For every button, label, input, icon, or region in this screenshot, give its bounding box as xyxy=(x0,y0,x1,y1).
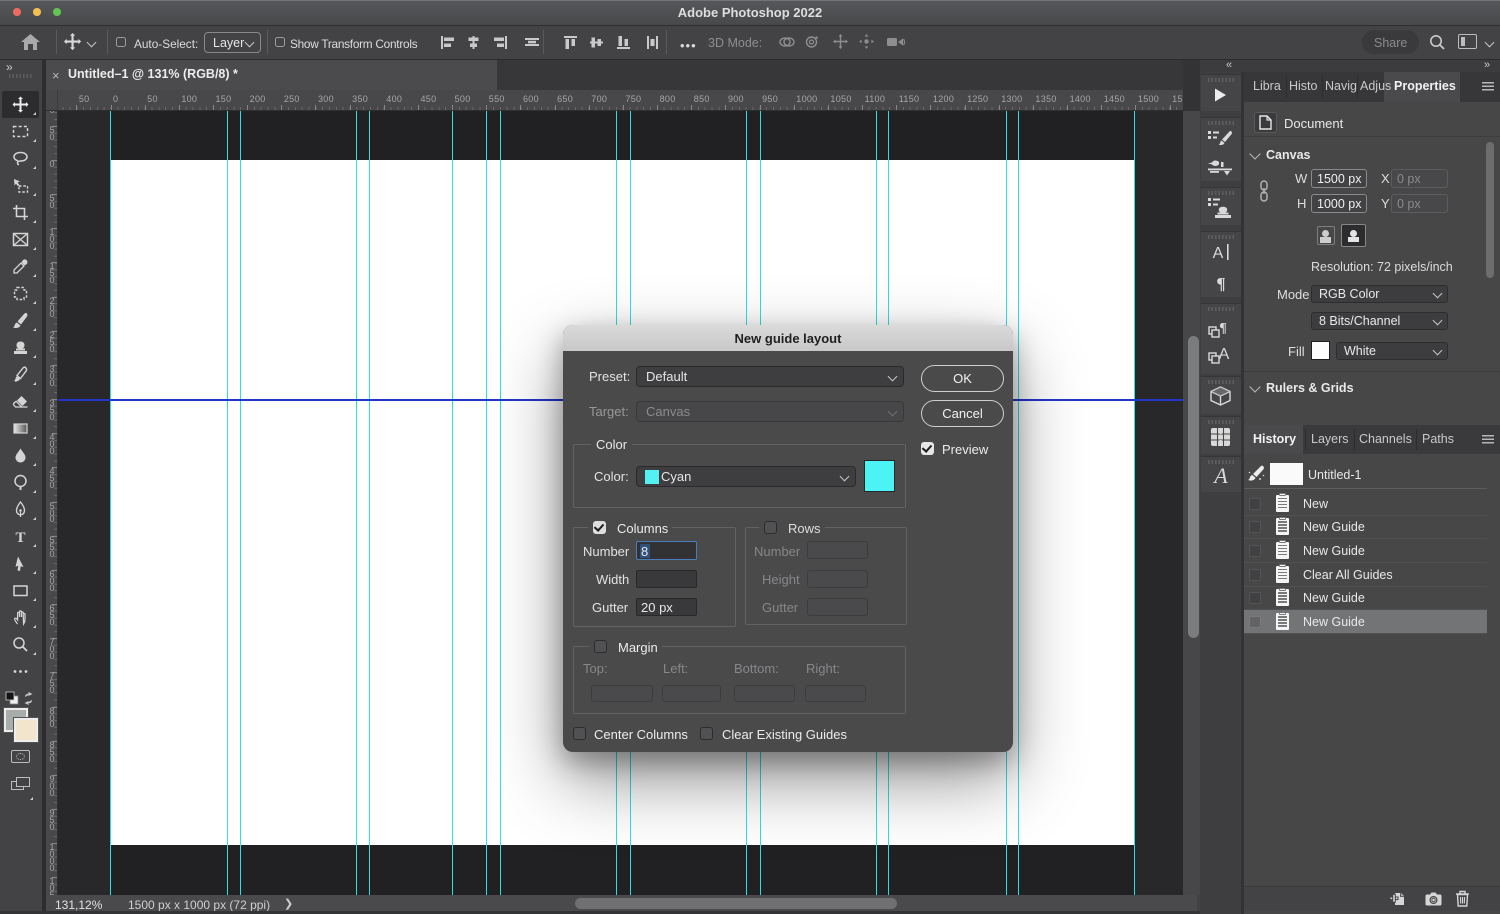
svg-text:T: T xyxy=(15,530,25,545)
svg-text:A: A xyxy=(1219,346,1230,363)
svg-text:¶: ¶ xyxy=(1219,321,1227,336)
svg-text:¶: ¶ xyxy=(1216,274,1225,292)
svg-text:A: A xyxy=(1212,465,1228,487)
svg-text:A: A xyxy=(1213,245,1224,261)
